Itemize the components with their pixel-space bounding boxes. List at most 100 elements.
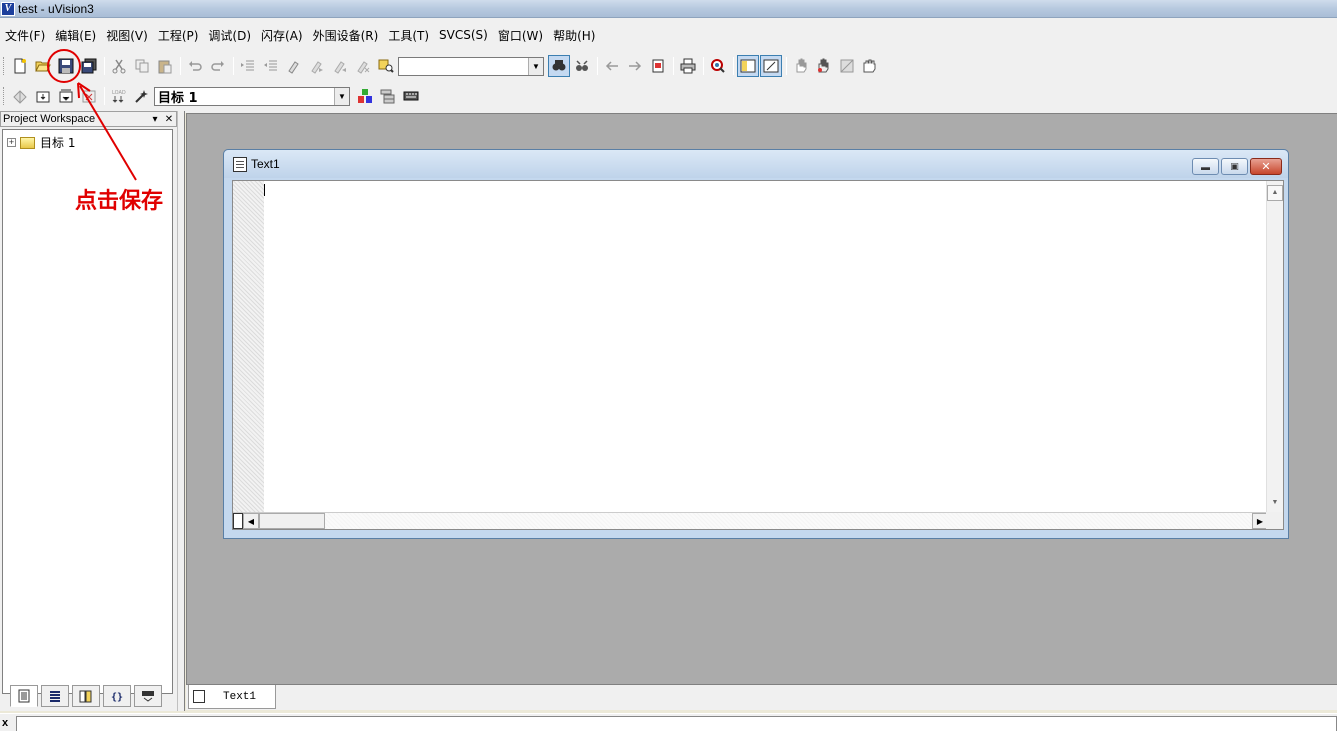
toolbar-separator — [786, 57, 787, 75]
menu-debug[interactable]: 调试(D) — [203, 27, 256, 44]
next-bookmark-icon[interactable] — [306, 55, 328, 77]
panel-splitter[interactable] — [177, 111, 185, 711]
rebuild-icon[interactable] — [55, 85, 77, 107]
document-icon — [233, 156, 247, 172]
build-toolbar: LOAD 目标 1 ▼ — [0, 83, 1337, 109]
resize-grip-icon[interactable] — [1266, 512, 1283, 529]
vertical-scrollbar[interactable]: ▲ ▼ — [1266, 181, 1283, 512]
document-titlebar[interactable]: Text1 ▬ ▣ ✕ — [224, 150, 1288, 178]
annotation-text: 点击保存 — [75, 188, 164, 214]
prev-bookmark-icon[interactable] — [329, 55, 351, 77]
tab-registers[interactable] — [41, 685, 69, 707]
find-in-files-icon[interactable] — [375, 55, 397, 77]
debug-icon[interactable] — [707, 55, 729, 77]
workspace-toggle-icon[interactable] — [737, 55, 759, 77]
scroll-left-icon[interactable]: ◀ — [243, 513, 259, 529]
components-icon[interactable] — [354, 85, 376, 107]
hand-icon[interactable] — [790, 55, 812, 77]
translate-icon[interactable] — [9, 85, 31, 107]
toolbar-separator — [180, 57, 181, 75]
toolbar-grip[interactable] — [3, 57, 6, 75]
menu-svcs[interactable]: SVCS(S) — [434, 28, 493, 42]
find-combo[interactable]: ▼ — [398, 56, 544, 76]
bookmark-icon[interactable] — [283, 55, 305, 77]
annotation-circle — [47, 49, 81, 83]
menu-window[interactable]: 窗口(W) — [493, 27, 548, 44]
find-icon[interactable] — [548, 55, 570, 77]
incremental-find-icon[interactable] — [571, 55, 593, 77]
restore-button[interactable]: ▣ — [1221, 158, 1248, 175]
forward-icon[interactable] — [624, 55, 646, 77]
print-icon[interactable] — [677, 55, 699, 77]
chevron-down-icon[interactable]: ▼ — [334, 87, 349, 105]
cut-icon[interactable] — [108, 55, 130, 77]
build-icon[interactable] — [32, 85, 54, 107]
manage-icon[interactable] — [377, 85, 399, 107]
scroll-down-icon[interactable]: ▼ — [1267, 496, 1283, 512]
target-options-icon[interactable] — [400, 85, 422, 107]
menu-project[interactable]: 工程(P) — [153, 27, 204, 44]
grid-icon[interactable] — [836, 55, 858, 77]
registers-icon — [50, 691, 60, 702]
file-toolbar: ▼ — [0, 53, 1337, 79]
menu-file[interactable]: 文件(F) — [0, 27, 50, 44]
tab-text1[interactable]: Text1 — [188, 685, 276, 709]
hand-grab-icon[interactable] — [859, 55, 881, 77]
tab-templates[interactable] — [134, 685, 162, 707]
clear-bookmarks-icon[interactable] — [352, 55, 374, 77]
back-icon[interactable] — [601, 55, 623, 77]
panel-menu-icon[interactable]: ▾ — [148, 114, 162, 125]
redo-icon[interactable] — [207, 55, 229, 77]
minimize-button[interactable]: ▬ — [1192, 158, 1219, 175]
window-title: test - uVision3 — [18, 1, 94, 16]
output-field[interactable] — [16, 716, 1337, 731]
multi-hand-icon[interactable] — [813, 55, 835, 77]
menu-peripherals[interactable]: 外围设备(R) — [308, 27, 384, 44]
close-icon[interactable]: ✕ — [162, 114, 176, 125]
workspace-tabs: {} — [2, 683, 173, 709]
svg-text:{}: {} — [111, 692, 123, 703]
tab-functions[interactable]: {} — [103, 685, 131, 707]
project-workspace-header: Project Workspace ▾ ✕ — [0, 111, 177, 127]
tab-files[interactable] — [10, 685, 38, 707]
horizontal-scrollbar[interactable]: ◀ ▶ — [233, 512, 1268, 529]
chevron-down-icon[interactable]: ▼ — [528, 57, 543, 75]
unindent-icon[interactable] — [260, 55, 282, 77]
target-combo-value: 目标 1 — [158, 90, 198, 106]
expand-icon[interactable]: + — [7, 138, 16, 147]
document-icon — [193, 690, 205, 703]
toolbar-separator — [673, 57, 674, 75]
title-bar: V test - uVision3 — [0, 0, 1337, 18]
menu-tools[interactable]: 工具(T) — [383, 27, 434, 44]
target-combo[interactable]: 目标 1 ▼ — [154, 86, 350, 106]
new-file-icon[interactable] — [9, 55, 31, 77]
paste-icon[interactable] — [154, 55, 176, 77]
copy-icon[interactable] — [131, 55, 153, 77]
output-toggle-icon[interactable] — [760, 55, 782, 77]
stop-build-icon[interactable] — [78, 85, 100, 107]
toolbar-separator — [597, 57, 598, 75]
menu-edit[interactable]: 编辑(E) — [50, 27, 101, 44]
scroll-thumb[interactable] — [259, 513, 325, 529]
folder-icon — [20, 136, 35, 149]
indent-icon[interactable] — [237, 55, 259, 77]
browse-icon[interactable] — [647, 55, 669, 77]
tree-item-target[interactable]: + 目标 1 — [7, 134, 75, 151]
close-button[interactable]: ✕ — [1250, 158, 1282, 175]
menu-view[interactable]: 视图(V) — [101, 27, 153, 44]
uvision-logo-icon: V — [1, 1, 15, 16]
menu-flash[interactable]: 闪存(A) — [256, 27, 308, 44]
save-all-icon[interactable] — [78, 55, 100, 77]
tree-item-label: 目标 1 — [40, 136, 76, 150]
books-icon — [79, 690, 92, 703]
menu-help[interactable]: 帮助(H) — [548, 27, 600, 44]
toolbar-separator — [104, 57, 105, 75]
tab-books[interactable] — [72, 685, 100, 707]
toolbar-grip[interactable] — [3, 87, 6, 105]
scroll-up-icon[interactable]: ▲ — [1267, 185, 1283, 201]
editor-area[interactable]: ▲ ▼ ◀ ▶ — [232, 180, 1284, 530]
undo-icon[interactable] — [184, 55, 206, 77]
options-icon[interactable] — [131, 85, 153, 107]
close-icon[interactable]: x — [2, 717, 8, 729]
download-icon[interactable]: LOAD — [108, 85, 130, 107]
